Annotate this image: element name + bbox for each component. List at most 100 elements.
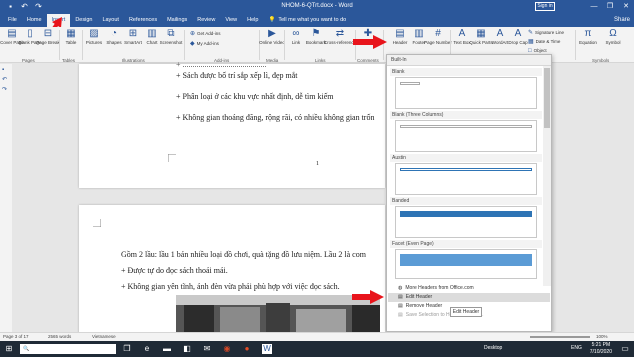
tab-help[interactable]: Help: [242, 14, 263, 27]
notification-icon[interactable]: ▭: [620, 344, 630, 354]
chart-icon: ▥: [147, 28, 157, 39]
sign-in-button[interactable]: Sign in: [535, 2, 555, 11]
tooltip: Edit Header: [450, 307, 482, 317]
group-label-tables: Tables: [62, 58, 76, 63]
online-video-button[interactable]: ▶ Online Video: [259, 28, 285, 45]
folder-icon[interactable]: ▬: [162, 344, 172, 354]
header-gallery-dropdown: Built-In Blank Blank (Three Columns) Aus…: [386, 54, 552, 332]
group-label-pages: Pages: [22, 58, 35, 63]
blank-page-icon: ▯: [27, 28, 33, 39]
tell-me-text: Tell me what you want to do: [278, 17, 347, 23]
edge-icon[interactable]: e: [142, 344, 152, 354]
ribbon-tabs: File Home Insert Design Layout Reference…: [0, 14, 634, 27]
drop-cap-button[interactable]: A Drop Cap: [508, 28, 528, 45]
minimize-button[interactable]: —: [586, 0, 602, 14]
store-icon[interactable]: ◧: [182, 344, 192, 354]
lightbulb-icon: 💡: [268, 17, 276, 23]
document-page[interactable]: + ......................................…: [79, 60, 385, 188]
gallery-item-label: Facet (Even Page): [390, 240, 542, 248]
crop-mark: [93, 219, 101, 227]
taskbar-search-box[interactable]: 🔍: [20, 344, 116, 354]
maximize-button[interactable]: ❐: [602, 0, 618, 14]
footer-icon: ▥: [414, 28, 424, 39]
save-selection-icon: ▤: [398, 312, 403, 318]
word-icon[interactable]: W: [262, 344, 272, 354]
addins-icon: ◆: [190, 41, 195, 47]
bullet-line: + Được tự do đọc sách thoải mái.: [121, 266, 228, 275]
table-button[interactable]: ▦ Table: [61, 28, 81, 45]
language-indicator[interactable]: Vietnamese: [92, 333, 116, 341]
link-button[interactable]: ∞ Link: [286, 28, 306, 45]
gallery-scrollbar[interactable]: [543, 66, 551, 286]
tab-file[interactable]: File: [3, 14, 22, 27]
edit-icon: ▤: [398, 294, 403, 300]
header-option-blank[interactable]: [395, 77, 537, 109]
quick-parts-button[interactable]: ▦ Quick Parts: [469, 28, 492, 45]
header-option-austin[interactable]: [395, 163, 537, 195]
bookmark-icon: ⚑: [311, 28, 321, 39]
group-label-symbols: Symbols: [592, 58, 610, 63]
page-number-button[interactable]: # Page Number: [424, 28, 452, 45]
save-icon[interactable]: ▪: [2, 67, 9, 74]
gallery-item-label: Banded: [390, 197, 542, 205]
header-option-banded[interactable]: [395, 206, 537, 238]
quick-parts-icon: ▦: [476, 28, 486, 39]
taskbar: ⊞ 🔍 ❐ e ▬ ◧ ✉ ◉ ● W Desktop ENG 5:21 PM …: [0, 341, 634, 357]
header-icon: ▤: [395, 28, 405, 39]
windows-start-icon[interactable]: ⊞: [4, 344, 14, 354]
smartart-button[interactable]: ⊞ SmartArt: [123, 28, 143, 45]
redo-icon[interactable]: ↷: [2, 87, 9, 94]
get-addins-button[interactable]: ⊕ Get Add-ins: [190, 31, 221, 37]
signature-line-button[interactable]: ✎ Signature Line: [528, 30, 564, 36]
undo-icon[interactable]: ↶: [2, 77, 9, 84]
gallery-item-label: Austin: [390, 154, 542, 162]
date-time-button[interactable]: ▦ Date & Time: [528, 39, 560, 45]
cover-page-icon: ▤: [7, 28, 17, 39]
tab-mailings[interactable]: Mailings: [162, 14, 192, 27]
share-button[interactable]: Share: [614, 15, 630, 26]
header-option-facet[interactable]: [395, 249, 537, 279]
screenshot-icon: ⧉: [167, 28, 175, 39]
shapes-icon: ◔: [110, 28, 118, 39]
group-label-media: Media: [266, 58, 279, 63]
word-count[interactable]: 2565 words: [48, 333, 71, 341]
word-window: { "titlebar":{"doc_title":"NHOM-6-QTrt.d…: [0, 0, 634, 357]
zoom-level[interactable]: 100%: [596, 333, 608, 341]
pictures-button[interactable]: ▨ Pictures: [84, 28, 104, 45]
link-icon: ∞: [292, 28, 300, 39]
system-clock[interactable]: 5:21 PM 7/10/2020: [590, 342, 612, 356]
tab-references[interactable]: References: [124, 14, 162, 27]
cross-reference-button[interactable]: ⇄ Cross-reference: [324, 28, 356, 45]
edit-header-menu-item[interactable]: ▤ Edit Header: [388, 293, 550, 302]
equation-button[interactable]: π Equation: [578, 28, 598, 45]
my-addins-button[interactable]: ◆ My Add-ins: [190, 41, 219, 47]
wordart-button[interactable]: A WordArt: [490, 28, 510, 45]
header-option-blank-three-columns[interactable]: [395, 120, 537, 152]
page-number-icon: #: [435, 28, 441, 39]
tab-view[interactable]: View: [220, 14, 242, 27]
gallery-item-label: Blank (Three Columns): [390, 111, 542, 119]
page-count[interactable]: Page 3 of 17: [3, 333, 29, 341]
remove-icon: ▤: [398, 303, 403, 309]
tab-review[interactable]: Review: [192, 14, 220, 27]
language-indicator[interactable]: ENG: [571, 345, 582, 351]
chrome-icon[interactable]: ●: [242, 344, 252, 354]
screenshot-button[interactable]: ⧉ Screenshot: [160, 28, 183, 45]
mail-icon[interactable]: ✉: [202, 344, 212, 354]
task-view-icon[interactable]: ❐: [122, 344, 132, 354]
tab-design[interactable]: Design: [70, 14, 97, 27]
cut-off-line: + ......................................…: [176, 60, 267, 69]
symbol-button[interactable]: Ω Symbol: [603, 28, 623, 45]
powerpoint-icon[interactable]: ◉: [222, 344, 232, 354]
library-photo: [176, 295, 380, 335]
page-break-button[interactable]: ⊟ Page Break: [36, 28, 60, 45]
header-button[interactable]: ▤ Header: [390, 28, 410, 45]
shapes-button[interactable]: ◔ Shapes: [104, 28, 124, 45]
left-quick-bar: ▪ ↶ ↷: [0, 64, 12, 332]
desktop-label[interactable]: Desktop: [484, 345, 502, 351]
pi-icon: π: [584, 28, 592, 39]
more-headers-menu-item[interactable]: ◍ More Headers from Office.com: [388, 284, 550, 293]
tab-layout[interactable]: Layout: [97, 14, 124, 27]
tell-me-box[interactable]: 💡 Tell me what you want to do: [263, 14, 351, 27]
close-button[interactable]: ✕: [618, 0, 634, 14]
